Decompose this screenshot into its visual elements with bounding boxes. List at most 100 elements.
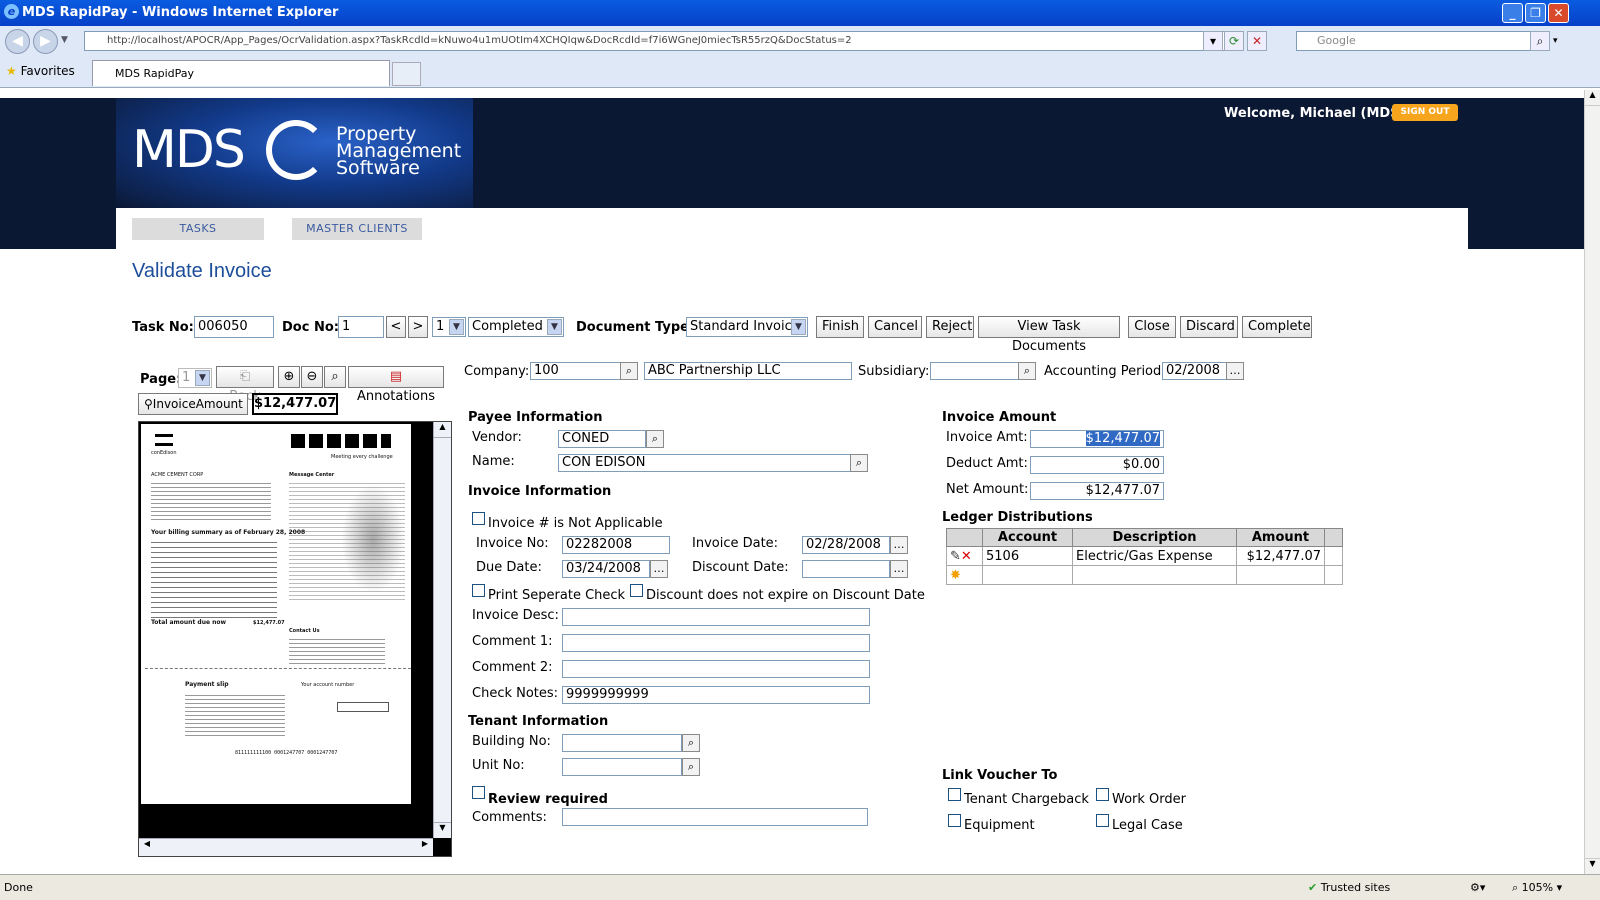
task-no-input[interactable]: 006050 bbox=[194, 316, 274, 338]
comment2-label: Comment 2: bbox=[472, 660, 553, 675]
name-lookup-icon[interactable]: ⌕ bbox=[850, 454, 868, 472]
subsidiary-input[interactable] bbox=[930, 362, 1020, 380]
company-code-input[interactable]: 100 bbox=[530, 362, 622, 380]
new-account-cell[interactable] bbox=[982, 565, 1073, 585]
minimize-button[interactable]: _ bbox=[1502, 3, 1523, 23]
complete-button[interactable]: Complete bbox=[1242, 316, 1312, 338]
history-dropdown-icon[interactable]: ▼ bbox=[61, 35, 68, 45]
scroll-left-icon[interactable]: ◀ bbox=[139, 839, 155, 856]
period-picker-icon[interactable]: … bbox=[1226, 362, 1244, 380]
protected-mode-icon[interactable]: ⚙▾ bbox=[1470, 881, 1485, 894]
doc-account-line: Your account number bbox=[301, 682, 355, 688]
unit-lookup-icon[interactable]: ⌕ bbox=[682, 758, 700, 776]
search-input[interactable]: Google bbox=[1296, 31, 1548, 51]
invoice-amt-input[interactable]: $12,477.07 bbox=[1030, 430, 1164, 448]
status-select[interactable]: Completed ▼ bbox=[468, 317, 564, 337]
page-vertical-scrollbar[interactable]: ▲ ▼ bbox=[1584, 90, 1600, 874]
reject-button[interactable]: Reject bbox=[926, 316, 974, 338]
invoice-no-input[interactable]: 02282008 bbox=[562, 536, 670, 554]
invoice-date-input[interactable]: 02/28/2008 bbox=[802, 536, 890, 554]
viewer-horizontal-scrollbar[interactable]: ◀ ▶ bbox=[139, 838, 433, 856]
restore-button[interactable]: ❐ bbox=[1525, 3, 1546, 23]
annotations-button[interactable]: ▤ Annotations bbox=[348, 366, 444, 404]
building-lookup-icon[interactable]: ⌕ bbox=[682, 734, 700, 752]
tenant-chargeback-checkbox[interactable] bbox=[948, 788, 961, 801]
unit-no-input[interactable] bbox=[562, 758, 682, 776]
discount-no-expire-checkbox[interactable] bbox=[630, 584, 643, 597]
legal-case-checkbox[interactable] bbox=[1096, 814, 1109, 827]
comment2-input[interactable] bbox=[562, 660, 870, 678]
page-scroll-down-icon[interactable]: ▼ bbox=[1585, 858, 1600, 874]
add-row-star-icon[interactable]: ✸ bbox=[950, 568, 961, 583]
delete-x-icon[interactable]: ✕ bbox=[961, 549, 972, 564]
search-options-icon[interactable]: ▾ bbox=[1553, 36, 1558, 46]
address-bar[interactable]: http://localhost/APOCR/App_Pages/OcrVali… bbox=[84, 31, 1242, 51]
scroll-down-icon[interactable]: ▼ bbox=[434, 822, 451, 838]
zoom-fit-icon[interactable]: ⌕ bbox=[324, 366, 346, 388]
check-notes-input[interactable]: 9999999999 bbox=[562, 686, 870, 704]
discount-date-label: Discount Date: bbox=[692, 560, 789, 575]
invoice-desc-input[interactable] bbox=[562, 608, 870, 626]
comment1-input[interactable] bbox=[562, 634, 870, 652]
finish-button[interactable]: Finish bbox=[816, 316, 864, 338]
cancel-button[interactable]: Cancel bbox=[868, 316, 922, 338]
name-input[interactable]: CON EDISON bbox=[558, 454, 854, 472]
doc-message-center: Message Center bbox=[289, 472, 335, 478]
invoice-date-picker-icon[interactable]: … bbox=[890, 536, 908, 554]
view-task-documents-button[interactable]: View Task Documents bbox=[978, 316, 1120, 354]
viewer-vertical-scrollbar[interactable]: ▲ ▼ bbox=[433, 422, 451, 838]
stop-icon[interactable]: ✕ bbox=[1247, 31, 1267, 51]
prev-doc-button[interactable]: < bbox=[386, 316, 406, 338]
zoom-control[interactable]: ⌕ 105% ▾ bbox=[1512, 881, 1562, 895]
sign-out-button[interactable]: SIGN OUT bbox=[1392, 104, 1458, 121]
print-separate-checkbox[interactable] bbox=[472, 584, 485, 597]
review-required-checkbox[interactable] bbox=[472, 786, 485, 799]
field-selector-button[interactable]: ⚲InvoiceAmount bbox=[138, 393, 248, 415]
next-doc-button[interactable]: > bbox=[408, 316, 428, 338]
comments-input[interactable] bbox=[562, 808, 868, 826]
chevron-down-icon: ▼ bbox=[791, 319, 806, 335]
new-tab-button[interactable] bbox=[392, 62, 421, 86]
back-arrow-icon[interactable]: ◀ bbox=[5, 29, 30, 54]
equipment-checkbox[interactable] bbox=[948, 814, 961, 827]
deduct-amt-input[interactable]: $0.00 bbox=[1030, 456, 1164, 474]
favorites-button[interactable]: ★ Favorites bbox=[6, 64, 75, 78]
zoom-out-icon[interactable]: ⊖ bbox=[301, 366, 323, 388]
not-applicable-label: Invoice # is Not Applicable bbox=[488, 516, 663, 531]
discount-date-input[interactable] bbox=[802, 560, 890, 578]
search-icon[interactable]: ⌕ bbox=[1530, 31, 1550, 51]
new-description-cell[interactable] bbox=[1072, 565, 1237, 585]
discard-button[interactable]: Discard bbox=[1180, 316, 1238, 338]
close-button[interactable]: Close bbox=[1128, 316, 1176, 338]
scroll-up-icon[interactable]: ▲ bbox=[434, 422, 451, 438]
work-order-checkbox[interactable] bbox=[1096, 788, 1109, 801]
due-date-input[interactable]: 03/24/2008 bbox=[562, 560, 650, 578]
company-name-input[interactable]: ABC Partnership LLC bbox=[644, 362, 852, 380]
close-window-button[interactable]: ✕ bbox=[1548, 3, 1569, 23]
scroll-right-icon[interactable]: ▶ bbox=[417, 839, 433, 856]
due-date-picker-icon[interactable]: … bbox=[650, 560, 668, 578]
forward-arrow-icon[interactable]: ▶ bbox=[33, 29, 58, 54]
page-scroll-up-icon[interactable]: ▲ bbox=[1585, 90, 1600, 106]
building-no-input[interactable] bbox=[562, 734, 682, 752]
refresh-icon[interactable]: ⟳ bbox=[1224, 31, 1244, 51]
browser-tab[interactable]: MDS RapidPay bbox=[92, 60, 390, 86]
edit-pencil-icon[interactable]: ✎ bbox=[950, 549, 961, 564]
discount-date-picker-icon[interactable]: … bbox=[890, 560, 908, 578]
tab-tasks[interactable]: TASKS bbox=[132, 218, 264, 240]
zoom-in-icon[interactable]: ⊕ bbox=[278, 366, 300, 388]
vendor-lookup-icon[interactable]: ⌕ bbox=[646, 430, 664, 448]
doc-no-input[interactable]: 1 bbox=[338, 316, 384, 338]
subsidiary-lookup-icon[interactable]: ⌕ bbox=[1018, 362, 1036, 380]
document-viewer[interactable]: conEdison Meeting every challenge ACME C… bbox=[138, 421, 452, 857]
accounting-period-input[interactable]: 02/2008 bbox=[1162, 362, 1228, 380]
vendor-input[interactable]: CONED bbox=[558, 430, 646, 448]
doc-select[interactable]: 1 ▼ bbox=[432, 317, 466, 337]
not-applicable-checkbox[interactable] bbox=[472, 512, 485, 525]
new-amount-cell[interactable] bbox=[1236, 565, 1325, 585]
address-dropdown-icon[interactable]: ▾ bbox=[1203, 31, 1223, 51]
name-label: Name: bbox=[472, 454, 515, 469]
company-lookup-icon[interactable]: ⌕ bbox=[620, 362, 638, 380]
tab-master-clients[interactable]: MASTER CLIENTS bbox=[292, 218, 422, 240]
document-type-select[interactable]: Standard Invoice ▼ bbox=[686, 317, 808, 337]
